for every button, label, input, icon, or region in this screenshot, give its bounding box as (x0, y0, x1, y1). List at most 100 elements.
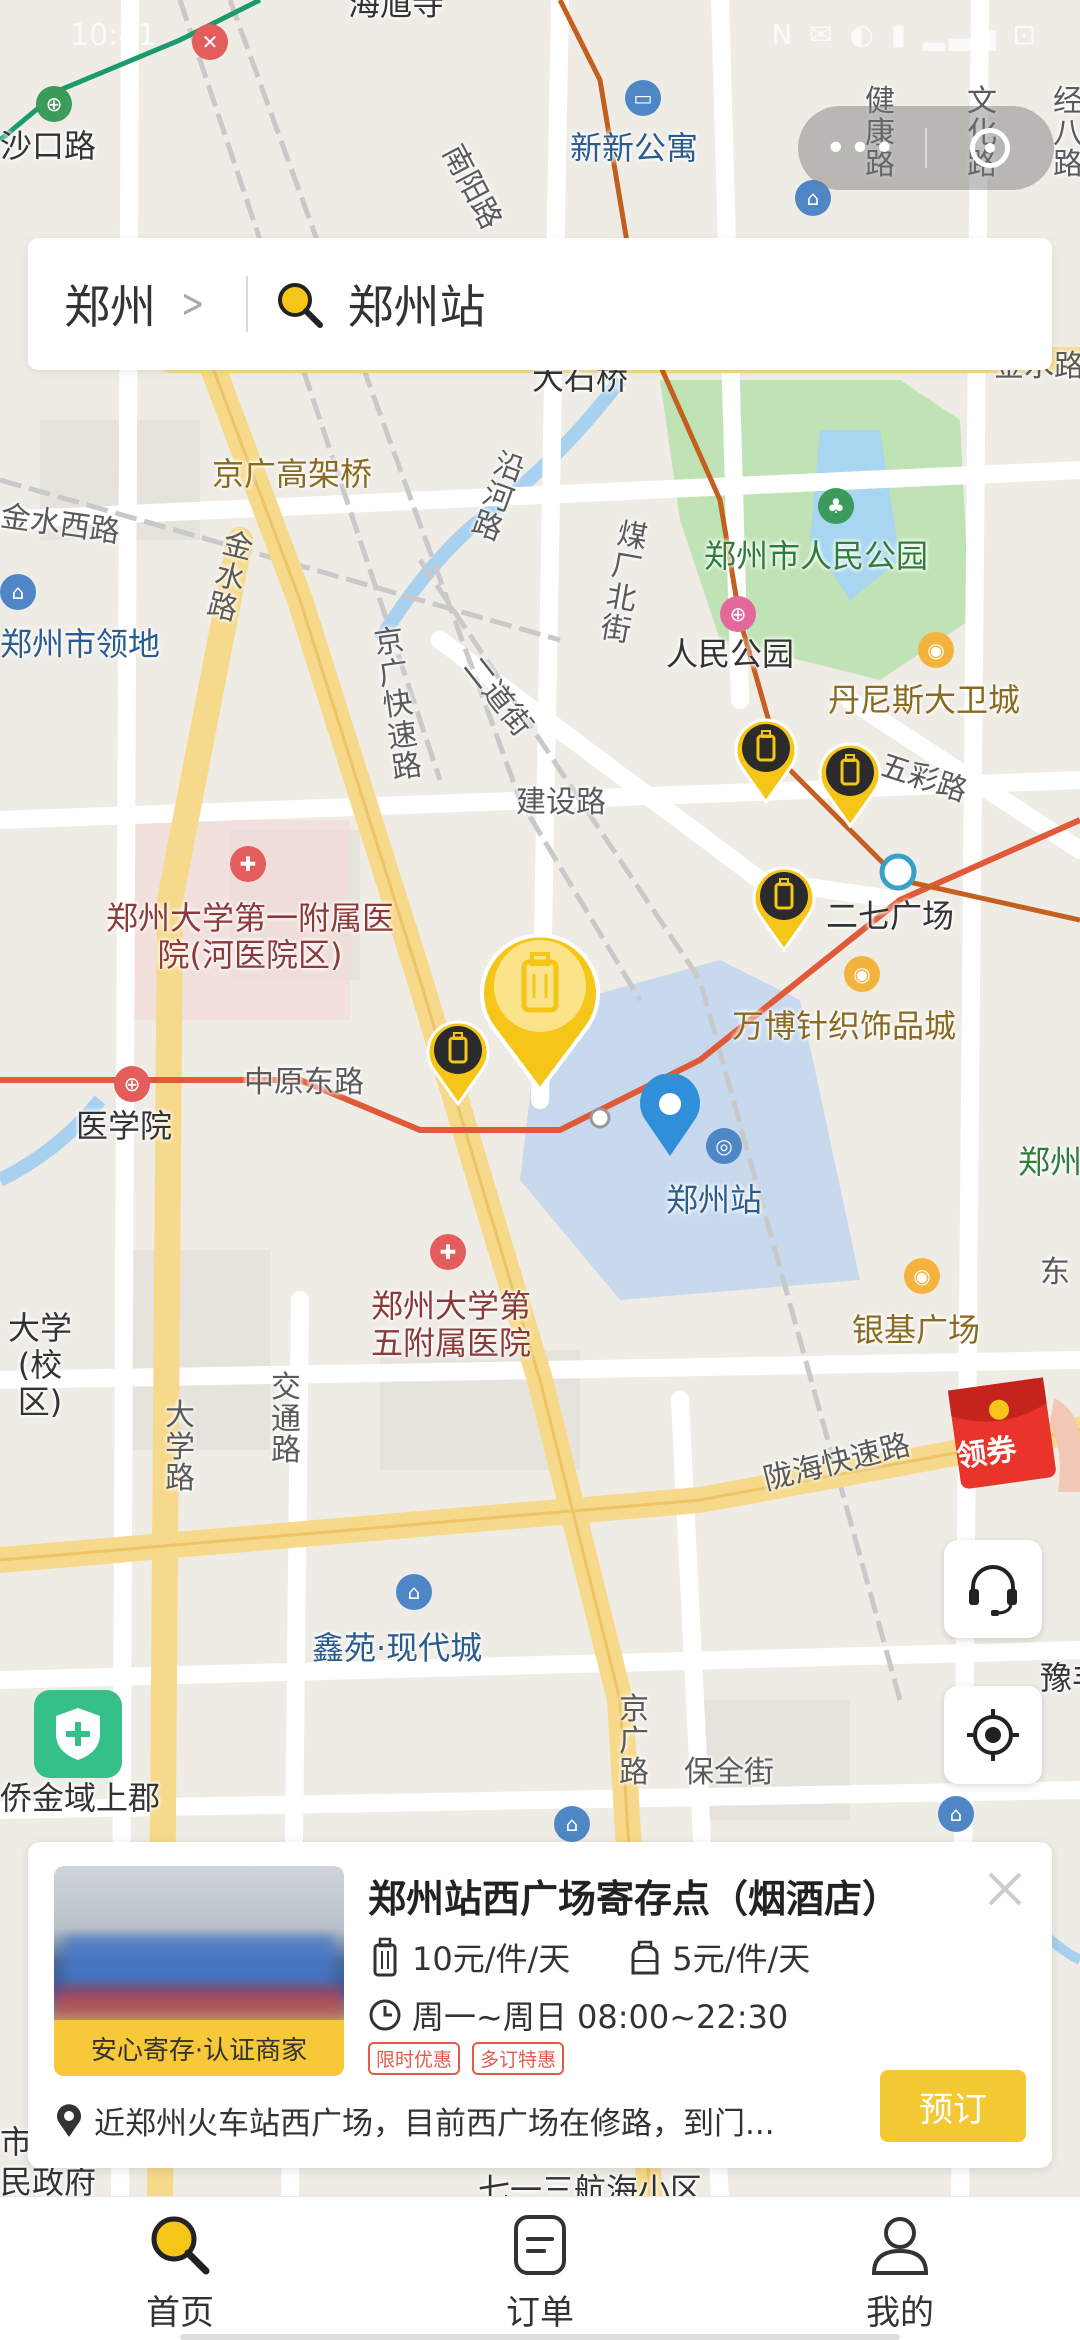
map-label: 郑州市人民公园 (704, 537, 929, 575)
map-label: 中原东路 (244, 1065, 364, 1100)
search-icon[interactable] (274, 279, 324, 329)
map-label: 大学路 (165, 1398, 195, 1496)
status-icons: N ✉ ◐ ▮ ▂▃▅ ⊡ (771, 18, 1040, 51)
map-label: 经八路 (1053, 84, 1080, 182)
status-time: 10:41 (70, 18, 157, 53)
location-icon (57, 2103, 81, 2137)
map-label: 郑州市领地 (0, 625, 161, 663)
residence-icon: ⌂ (554, 1806, 590, 1842)
large-luggage-icon (368, 1937, 402, 1977)
storage-info-card[interactable]: 安心寄存·认证商家 郑州站西广场寄存点（烟酒店） 10元/件/天 5元/件/天 … (28, 1842, 1052, 2168)
order-icon (514, 2215, 566, 2275)
promo-tags: 限时优惠 多订特惠 (368, 2042, 565, 2075)
residence-icon: ⌂ (396, 1574, 432, 1610)
tab-bar: 首页 订单 我的 (0, 2196, 1080, 2340)
map-label: 保全街 (684, 1755, 774, 1790)
price-row: 10元/件/天 5元/件/天 (368, 1934, 810, 1980)
map-label: 侨金域上郡 (0, 1779, 161, 1817)
metro-icon: ⊕ (36, 86, 72, 122)
headset-icon (969, 1565, 1017, 1616)
address-row[interactable]: 近郑州火车站西广场，目前西广场在修路，到门... (54, 2098, 854, 2143)
more-icon[interactable]: ••• (798, 128, 925, 169)
map-label: 郑州大学第五附属医院 (370, 1287, 531, 1362)
user-icon (871, 2217, 929, 2275)
small-price: 5元/件/天 (672, 1940, 811, 1978)
selected-storage-marker[interactable] (478, 926, 602, 1094)
shopping-icon: ◉ (918, 632, 954, 668)
customer-service-button[interactable] (944, 1540, 1042, 1638)
map-label: 鑫苑·现代城 (312, 1629, 483, 1667)
locate-button[interactable] (944, 1686, 1042, 1784)
promo-tag: 多订特惠 (472, 2042, 565, 2075)
map-label: 民政府 (0, 2163, 97, 2200)
map-label: 沙口路 (0, 127, 97, 165)
hours-row: 周一~周日 08:00~22:30 (368, 1992, 788, 2038)
building-icon: ⌂ (0, 574, 36, 610)
promo-tag: 限时优惠 (368, 2042, 461, 2075)
shopping-icon: ◉ (844, 956, 880, 992)
crosshair-icon (967, 1709, 1019, 1761)
map-label: 新新公寓 (570, 129, 699, 167)
storage-marker[interactable] (752, 864, 816, 952)
tab-profile[interactable]: 我的 (720, 2197, 1080, 2340)
map-label: 郑州站 (666, 1181, 763, 1219)
large-price: 10元/件/天 (412, 1940, 571, 1978)
close-mini-program-icon[interactable] (927, 128, 1054, 168)
subway-transfer-icon: ✕ (192, 24, 228, 60)
map-label: 医学院 (76, 1107, 173, 1145)
search-bar: 郑州 > 郑州站 (28, 238, 1052, 370)
tab-home[interactable]: 首页 (0, 2197, 360, 2340)
map-label: 豫丰 (1040, 1659, 1080, 1697)
map-label: 海馗寺 (348, 0, 445, 23)
search-divider (245, 276, 248, 332)
storage-marker[interactable] (818, 740, 882, 828)
shield-icon (56, 1708, 100, 1760)
residence-icon: ⌂ (938, 1796, 974, 1832)
map-label: 郑州大学第一附属医院(河医院区) (105, 899, 394, 974)
book-button[interactable]: 预订 (880, 2070, 1026, 2142)
map-label: 建设路 (516, 785, 606, 820)
certified-badge: 安心寄存·认证商家 (54, 2020, 344, 2076)
map-label: 郑州 (1018, 1143, 1080, 1181)
park-icon: ♣ (818, 488, 854, 524)
home-indicator (180, 2334, 900, 2340)
map-label: 人民公园 (666, 635, 795, 673)
metro-station-icon: ⊕ (720, 596, 756, 632)
map-label: 交通路 (271, 1370, 301, 1468)
status-bar: 10:41 N ✉ ◐ ▮ ▂▃▅ ⊡ (0, 0, 1080, 80)
search-icon (151, 2216, 210, 2275)
map-label: 京广路 (619, 1692, 649, 1790)
close-icon[interactable] (980, 1864, 1030, 1914)
safety-button[interactable] (34, 1690, 122, 1778)
map-label: 万博针织饰品城 (732, 1007, 957, 1045)
city-selector[interactable]: 郑州 (64, 271, 156, 337)
map-label: 丹尼斯大卫城 (828, 681, 1021, 719)
tab-label: 我的 (866, 2293, 934, 2333)
storage-marker[interactable] (734, 716, 798, 804)
shopping-icon: ◉ (904, 1258, 940, 1294)
hotel-icon: ▭ (625, 80, 661, 116)
opening-hours: 周一~周日 08:00~22:30 (412, 1998, 789, 2036)
clock-icon (368, 1995, 402, 2035)
railway-station-icon: ◎ (706, 1128, 742, 1164)
tab-label: 订单 (506, 2293, 574, 2333)
hospital-icon: ✚ (430, 1234, 466, 1270)
tab-label: 首页 (146, 2293, 214, 2333)
map-label: 二七广场 (826, 897, 955, 935)
coupon-label[interactable]: 领券 (953, 1424, 1019, 1476)
map-label: 银基广场 (852, 1311, 981, 1349)
map-label: 京广高架桥 (212, 455, 373, 493)
mini-program-capsule: ••• (798, 106, 1054, 190)
store-title: 郑州站西广场寄存点（烟酒店） (368, 1877, 901, 1921)
tab-orders[interactable]: 订单 (360, 2197, 720, 2340)
search-input[interactable]: 郑州站 (348, 271, 486, 337)
location-pin-icon (640, 1074, 700, 1156)
metro-station-icon: ⊕ (114, 1066, 150, 1102)
map-label: 大学(校区) (7, 1309, 72, 1421)
store-thumbnail[interactable]: 安心寄存·认证商家 (54, 1866, 344, 2076)
chevron-right-icon[interactable]: > (181, 281, 204, 327)
small-bag-icon (628, 1937, 662, 1977)
map-label: 东 (1040, 1255, 1070, 1290)
hospital-icon: ✚ (230, 846, 266, 882)
store-address: 近郑州火车站西广场，目前西广场在修路，到门... (94, 2106, 775, 2142)
